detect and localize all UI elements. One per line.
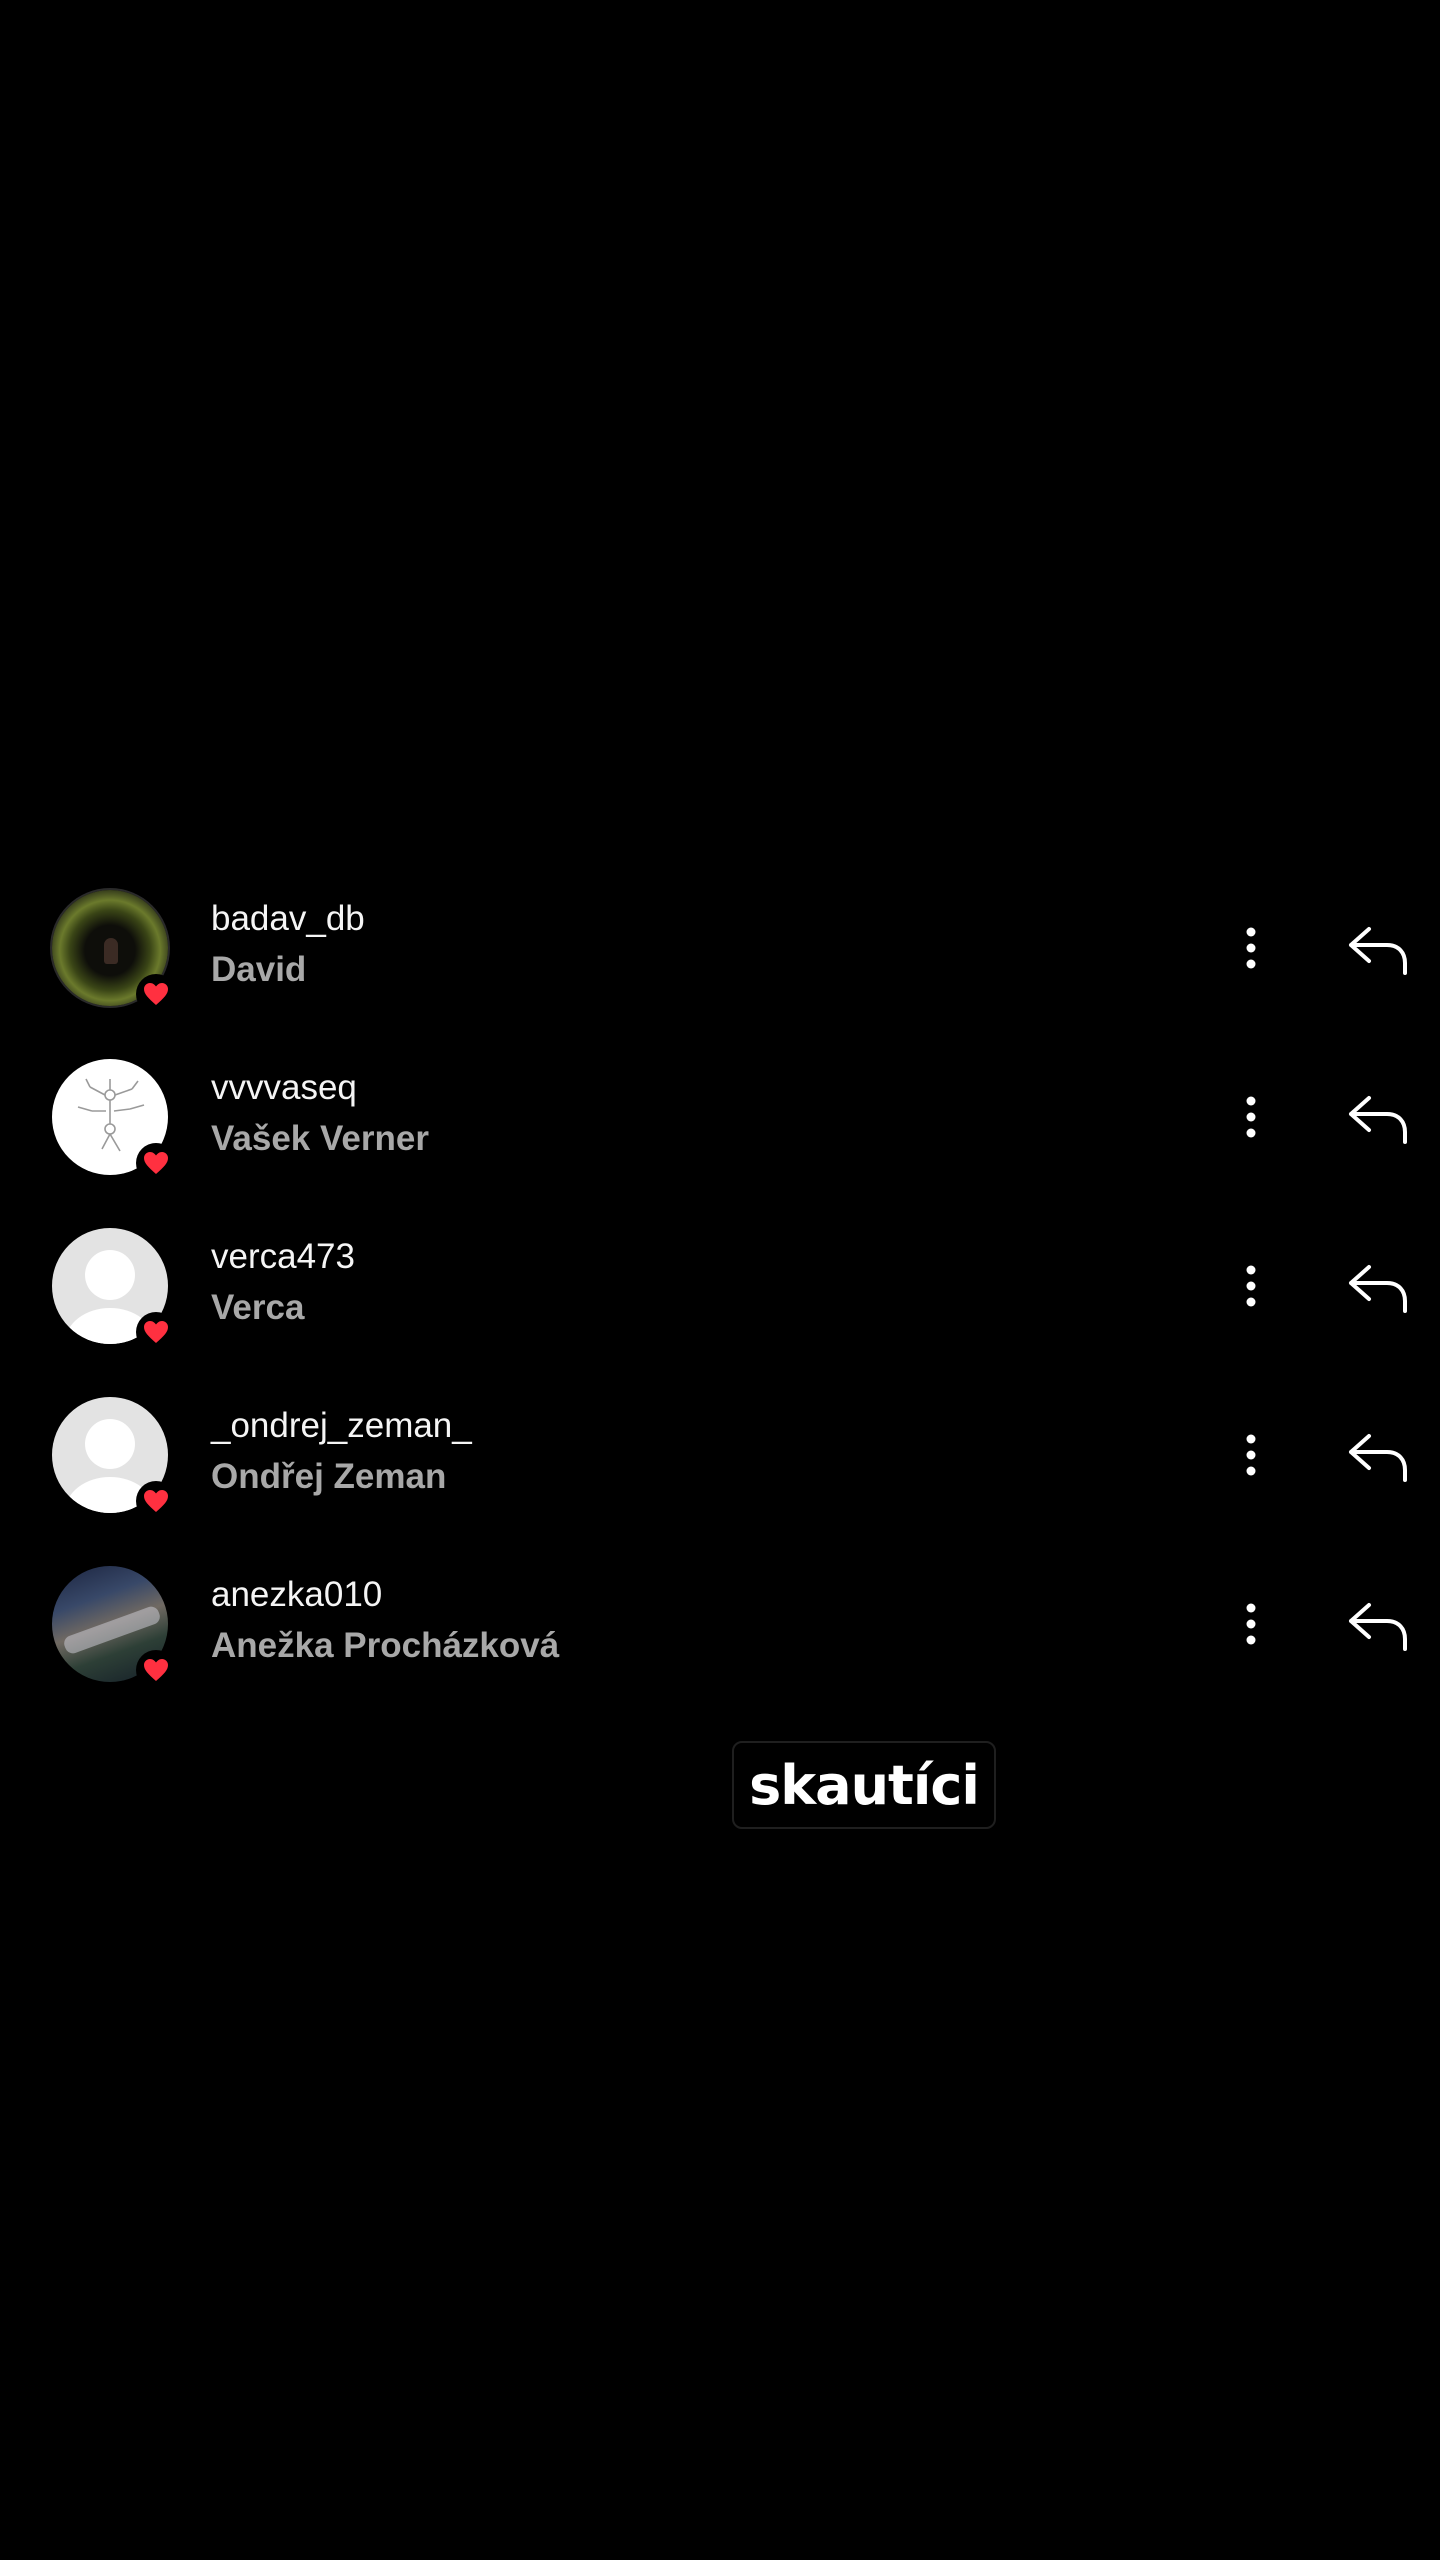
reply-arrow-icon[interactable] (1338, 915, 1418, 985)
more-vertical-icon[interactable] (1226, 1251, 1276, 1321)
list-item[interactable]: verca473 Verca (0, 1223, 1440, 1392)
more-vertical-icon[interactable] (1226, 1420, 1276, 1490)
list-item[interactable]: anezka010 Anežka Procházková (0, 1561, 1440, 1730)
full-name: Vašek Verner (211, 1119, 429, 1158)
username[interactable]: _ondrej_zeman_ (211, 1404, 472, 1448)
full-name: Anežka Procházková (211, 1626, 560, 1665)
reply-arrow-icon[interactable] (1338, 1253, 1418, 1323)
heart-icon (136, 1650, 176, 1690)
reply-arrow-icon[interactable] (1338, 1422, 1418, 1492)
username[interactable]: vvvvaseq (211, 1066, 429, 1110)
username[interactable]: badav_db (211, 897, 365, 941)
list-item[interactable]: badav_db David (0, 885, 1440, 1054)
reply-arrow-icon[interactable] (1338, 1084, 1418, 1154)
more-vertical-icon[interactable] (1226, 913, 1276, 983)
likes-list: badav_db David vvvvaseq Vašek Verner ver… (0, 885, 1440, 1730)
more-vertical-icon[interactable] (1226, 1589, 1276, 1659)
heart-icon (136, 1312, 176, 1352)
full-name: Verca (211, 1288, 305, 1327)
avatar[interactable] (52, 1397, 176, 1521)
heart-icon (136, 1143, 176, 1183)
heart-icon (136, 974, 176, 1014)
full-name: Ondřej Zeman (211, 1457, 447, 1496)
reply-arrow-icon[interactable] (1338, 1591, 1418, 1661)
avatar[interactable] (52, 1566, 176, 1690)
more-vertical-icon[interactable] (1226, 1082, 1276, 1152)
avatar[interactable] (52, 1059, 176, 1183)
list-item[interactable]: vvvvaseq Vašek Verner (0, 1054, 1440, 1223)
avatar[interactable] (52, 1228, 176, 1352)
story-text-sticker: skautíci (732, 1741, 996, 1829)
heart-icon (136, 1481, 176, 1521)
username[interactable]: anezka010 (211, 1573, 559, 1617)
list-item[interactable]: _ondrej_zeman_ Ondřej Zeman (0, 1392, 1440, 1561)
avatar[interactable] (52, 890, 176, 1014)
full-name: David (211, 950, 307, 989)
username[interactable]: verca473 (211, 1235, 355, 1279)
